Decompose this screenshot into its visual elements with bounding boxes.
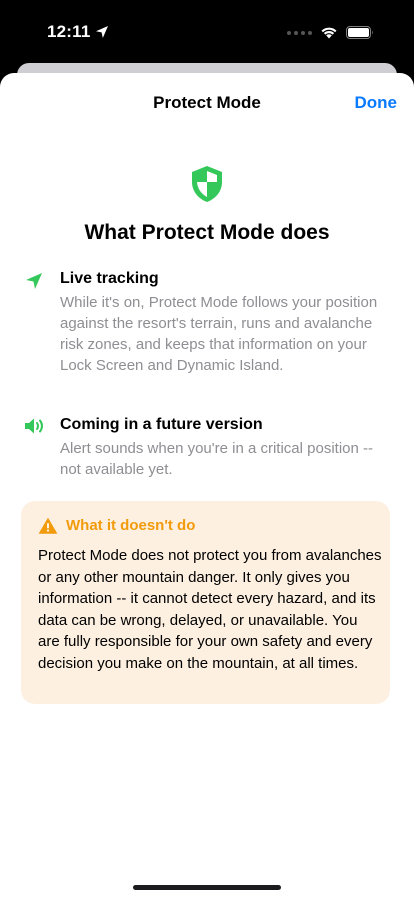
home-indicator[interactable] xyxy=(133,885,281,890)
location-arrow-icon xyxy=(26,273,42,289)
warning-triangle-icon xyxy=(39,518,57,534)
feature-title: Coming in a future version xyxy=(60,416,263,433)
feature-description: Alert sounds when you're in a critical p… xyxy=(60,440,374,478)
nav-title: Protect Mode xyxy=(153,93,261,112)
hero-title: What Protect Mode does xyxy=(84,221,330,244)
status-indicators xyxy=(287,26,374,39)
speaker-wave-icon xyxy=(25,418,43,434)
warning-title: What it doesn't do xyxy=(66,517,196,534)
protect-mode-sheet: Protect Mode Done What Protect Mode does… xyxy=(0,73,414,900)
battery-icon xyxy=(346,26,373,39)
status-time: 12:11 xyxy=(47,22,109,42)
shield-icon xyxy=(192,166,222,202)
cellular-signal-icon xyxy=(287,30,312,35)
done-button[interactable]: Done xyxy=(355,93,398,113)
warning-body: Protect Mode does not protect you from a… xyxy=(38,547,382,672)
warning-card: What it doesn't do Protect Mode does not… xyxy=(21,501,390,704)
feature-description: While it's on, Protect Mode follows your… xyxy=(60,294,378,374)
feature-title: Live tracking xyxy=(60,270,159,287)
wifi-icon xyxy=(321,27,337,39)
location-arrow-icon xyxy=(95,26,108,38)
status-bar: 12:11 xyxy=(0,0,414,66)
status-time-text: 12:11 xyxy=(47,22,91,41)
